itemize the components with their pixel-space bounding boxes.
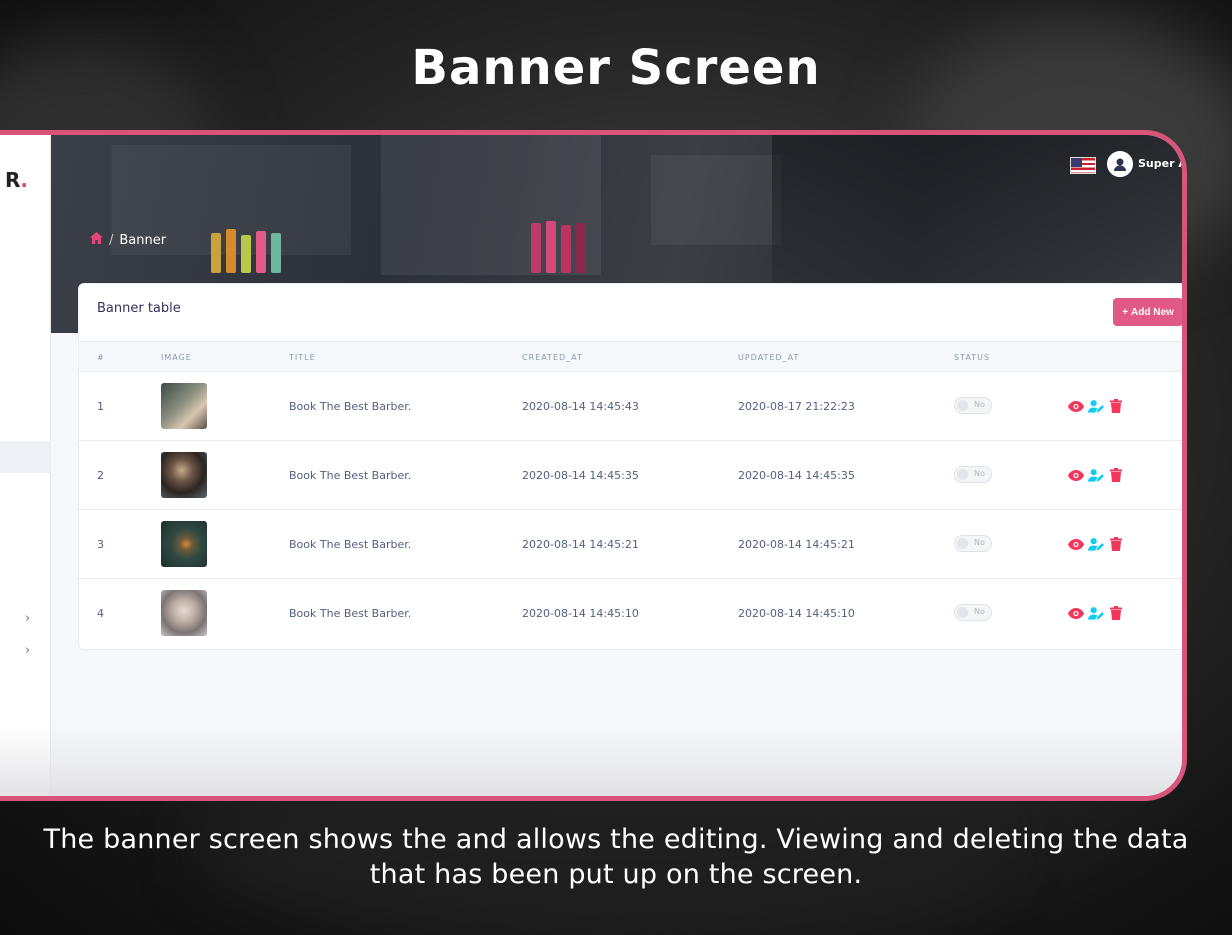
status-toggle[interactable]: No [954, 604, 992, 621]
trash-icon[interactable] [1108, 605, 1124, 621]
trash-icon[interactable] [1108, 536, 1124, 552]
breadcrumb-current: Banner [119, 232, 167, 248]
page-caption: The banner screen shows the and allows t… [43, 824, 1189, 890]
sidebar-item-active[interactable] [0, 441, 51, 473]
banner-thumbnail[interactable] [161, 521, 207, 567]
row-created-at: 2020-08-14 14:45:10 [522, 607, 639, 620]
eye-icon[interactable] [1068, 605, 1084, 621]
page-headline: Banner Screen [411, 40, 821, 96]
user-edit-icon[interactable] [1088, 398, 1104, 414]
row-created-at: 2020-08-14 14:45:43 [522, 400, 639, 413]
row-created-at: 2020-08-14 14:45:21 [522, 538, 639, 551]
brand-logo[interactable]: R. [5, 168, 28, 192]
user-edit-icon[interactable] [1088, 605, 1104, 621]
row-title: Book The Best Barber. [289, 400, 412, 413]
user-edit-icon[interactable] [1088, 536, 1104, 552]
trash-icon[interactable] [1108, 467, 1124, 483]
add-new-button[interactable]: + Add New [1113, 298, 1182, 326]
row-id: 3 [97, 538, 104, 551]
row-created-at: 2020-08-14 14:45:35 [522, 469, 639, 482]
sidebar: R. › › [0, 135, 51, 796]
banner-table-card: Banner table + Add New # IMAGE TITLE CRE… [78, 283, 1182, 650]
column-header: IMAGE [161, 353, 192, 362]
user-avatar-icon [1114, 158, 1126, 171]
column-header: TITLE [289, 353, 316, 362]
card-title: Banner table [97, 301, 181, 316]
device-frame: R. › › Super Ad / Banner Banner tabl [0, 130, 1187, 801]
row-updated-at: 2020-08-14 14:45:21 [738, 538, 855, 551]
row-updated-at: 2020-08-14 14:45:10 [738, 607, 855, 620]
plus-icon: + [1122, 306, 1129, 318]
table-row[interactable]: 1 Book The Best Barber. 2020-08-14 14:45… [79, 372, 1182, 441]
banner-thumbnail[interactable] [161, 383, 207, 429]
column-header: UPDATED_AT [738, 353, 800, 362]
table-row[interactable]: 2 Book The Best Barber. 2020-08-14 14:45… [79, 441, 1182, 510]
row-id: 1 [97, 400, 104, 413]
trash-icon[interactable] [1108, 398, 1124, 414]
column-header: STATUS [954, 353, 991, 362]
breadcrumb-separator: / [109, 232, 114, 248]
chevron-right-icon[interactable]: › [25, 611, 30, 626]
row-title: Book The Best Barber. [289, 469, 412, 482]
avatar[interactable] [1107, 151, 1133, 177]
row-actions [1068, 398, 1124, 414]
eye-icon[interactable] [1068, 398, 1084, 414]
chevron-right-icon[interactable]: › [25, 643, 30, 658]
table-row[interactable]: 4 Book The Best Barber. 2020-08-14 14:45… [79, 579, 1182, 648]
eye-icon[interactable] [1068, 536, 1084, 552]
row-actions [1068, 467, 1124, 483]
row-title: Book The Best Barber. [289, 538, 412, 551]
column-header: CREATED_AT [522, 353, 583, 362]
banner-thumbnail[interactable] [161, 452, 207, 498]
user-edit-icon[interactable] [1088, 467, 1104, 483]
row-id: 4 [97, 607, 104, 620]
row-updated-at: 2020-08-14 14:45:35 [738, 469, 855, 482]
banner-thumbnail[interactable] [161, 590, 207, 636]
eye-icon[interactable] [1068, 467, 1084, 483]
table-header: # IMAGE TITLE CREATED_AT UPDATED_AT STAT… [79, 341, 1182, 372]
status-toggle[interactable]: No [954, 535, 992, 552]
status-toggle[interactable]: No [954, 397, 992, 414]
breadcrumb: / Banner [90, 232, 166, 248]
row-id: 2 [97, 469, 104, 482]
us-flag-icon[interactable] [1070, 157, 1096, 174]
row-updated-at: 2020-08-17 21:22:23 [738, 400, 855, 413]
user-name[interactable]: Super Ad [1138, 157, 1182, 170]
row-title: Book The Best Barber. [289, 607, 412, 620]
table-row[interactable]: 3 Book The Best Barber. 2020-08-14 14:45… [79, 510, 1182, 579]
column-header: # [97, 353, 105, 362]
row-actions [1068, 605, 1124, 621]
home-icon[interactable] [90, 232, 103, 248]
bottom-fade [0, 725, 1182, 796]
row-actions [1068, 536, 1124, 552]
status-toggle[interactable]: No [954, 466, 992, 483]
